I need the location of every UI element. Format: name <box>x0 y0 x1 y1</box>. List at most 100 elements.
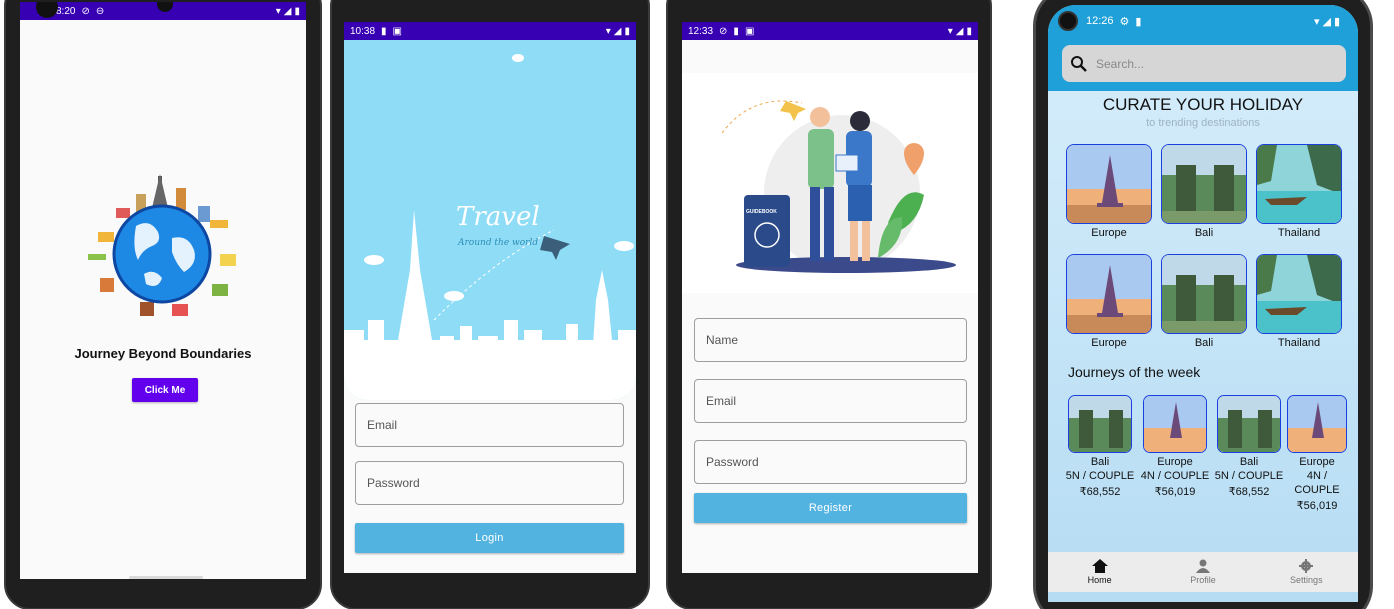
login-button[interactable]: Login <box>355 523 624 553</box>
password-field[interactable]: Password <box>355 461 624 505</box>
bali-gate-image <box>1162 145 1246 223</box>
travel-logo-title: Travel <box>456 202 540 232</box>
gear-icon <box>1299 559 1314 573</box>
bottom-navigation: Home Profile Settings <box>1048 552 1358 592</box>
search-bar[interactable]: Search... <box>1062 45 1346 82</box>
weekly-card-europe[interactable] <box>1143 395 1207 453</box>
destination-label: Europe <box>1091 337 1127 349</box>
phone-4: 12:26 ⚙ ▮ ▾ ◢ ▮ Search... CURATE YOUR HOLI… <box>1033 0 1373 609</box>
eiffel-tower-image <box>1067 255 1151 333</box>
email-field[interactable]: Email <box>355 403 624 447</box>
weekly-duration: 4N / COUPLE <box>1294 470 1340 496</box>
nav-profile[interactable]: Profile <box>1151 552 1254 592</box>
destination-label: Bali <box>1194 337 1214 349</box>
phone-3: 12:33 ⊘ ▮ ▣ ▾ ◢ ▮ GUIDEBOOK Name Email P… <box>666 0 992 609</box>
guidebook-text: GUIDEBOOK <box>746 209 777 215</box>
travel-banner: Travel Around the world <box>344 40 636 400</box>
status-bar: 12:26 ⚙ ▮ ▾ ◢ ▮ <box>1048 5 1358 37</box>
weekly-price: ₹68,552 <box>1228 486 1270 498</box>
status-time: 12:33 <box>688 25 714 37</box>
weekly-price: ₹68,552 <box>1079 486 1121 498</box>
status-time: 8:20 <box>56 5 76 17</box>
sd-card-icon: ▮ <box>733 25 739 37</box>
shield-icon: ⊘ <box>81 5 90 17</box>
screen-home: 12:26 ⚙ ▮ ▾ ◢ ▮ Search... CURATE YOUR HOLI… <box>1048 5 1358 602</box>
phone-1: 8:20 ⊘ ⊖ ▾ ◢ ▮ Journey Beyond Boundaries… <box>4 0 322 609</box>
screen-login: 10:38 ▮ ▣ ▾ ◢ ▮ Travel Around the world … <box>344 22 636 573</box>
status-bar: 12:33 ⊘ ▮ ▣ ▾ ◢ ▮ <box>682 22 978 40</box>
destination-card-bali[interactable] <box>1161 254 1247 334</box>
nav-home[interactable]: Home <box>1048 552 1151 592</box>
name-field[interactable]: Name <box>694 318 967 362</box>
status-time: 10:38 <box>350 25 376 37</box>
wifi-icon: ▾ <box>1313 15 1320 28</box>
signal-icon: ◢ <box>1322 15 1331 28</box>
globe-landmarks-illustration <box>88 174 236 316</box>
notification-icon: ▣ <box>392 25 402 37</box>
battery-icon: ▮ <box>624 25 630 37</box>
home-icon <box>1091 559 1108 573</box>
weekly-heading: Journeys of the week <box>1068 364 1201 380</box>
shield-icon: ⊘ <box>719 25 728 37</box>
nav-settings[interactable]: Settings <box>1255 552 1358 592</box>
weekly-duration: 5N / COUPLE <box>1214 470 1284 482</box>
illustration-card: GUIDEBOOK <box>682 73 978 293</box>
nav-label: Home <box>1087 575 1112 585</box>
password-field[interactable]: Password <box>694 440 967 484</box>
person-icon <box>1195 559 1210 573</box>
destination-card-thailand[interactable] <box>1256 144 1342 224</box>
battery-icon: ▮ <box>966 25 972 37</box>
phone-2: 10:38 ▮ ▣ ▾ ◢ ▮ Travel Around the world … <box>330 0 650 609</box>
weekly-card-europe[interactable] <box>1287 395 1347 453</box>
destination-label: Europe <box>1091 227 1127 239</box>
travelers-illustration <box>721 100 956 273</box>
sd-card-icon: ▮ <box>1135 15 1142 28</box>
thailand-boat-image <box>1257 255 1341 333</box>
click-me-button[interactable]: Click Me <box>132 378 198 402</box>
eiffel-tower-image <box>1144 396 1206 452</box>
wifi-icon: ▾ <box>947 25 953 37</box>
sync-icon: ⊖ <box>95 5 105 17</box>
wifi-icon: ▾ <box>275 5 281 17</box>
page-title: CURATE YOUR HOLIDAY <box>1102 95 1304 114</box>
bali-gate-image <box>1218 396 1280 452</box>
status-time: 12:26 <box>1086 15 1114 27</box>
destination-card-bali[interactable] <box>1161 144 1247 224</box>
weekly-name: Bali <box>1090 456 1110 468</box>
weekly-name: Europe <box>1157 456 1193 468</box>
page-subtitle: to trending destinations <box>1146 117 1260 129</box>
screen-welcome: 8:20 ⊘ ⊖ ▾ ◢ ▮ Journey Beyond Boundaries… <box>20 2 306 579</box>
eiffel-tower-image <box>1067 145 1151 223</box>
register-button[interactable]: Register <box>694 493 967 523</box>
destination-label: Thailand <box>1277 337 1321 349</box>
weekly-duration: 4N / COUPLE <box>1140 470 1210 482</box>
nav-label: Profile <box>1190 575 1216 585</box>
search-input[interactable]: Search... <box>1096 57 1144 71</box>
destination-card-thailand[interactable] <box>1256 254 1342 334</box>
destination-card-europe[interactable] <box>1066 254 1152 334</box>
destination-card-europe[interactable] <box>1066 144 1152 224</box>
screenshot-collage: 8:20 ⊘ ⊖ ▾ ◢ ▮ Journey Beyond Boundaries… <box>0 0 1394 609</box>
weekly-name: Bali <box>1239 456 1259 468</box>
home-indicator <box>129 576 203 579</box>
destination-label: Thailand <box>1277 227 1321 239</box>
bali-gate-image <box>1069 396 1131 452</box>
signal-icon: ◢ <box>613 25 622 37</box>
sd-card-icon: ▮ <box>381 25 387 37</box>
eiffel-tower-image <box>1288 396 1346 452</box>
battery-icon: ▮ <box>294 5 300 17</box>
settings-status-icon: ⚙ <box>1119 15 1130 28</box>
weekly-card-bali[interactable] <box>1217 395 1281 453</box>
nav-label: Settings <box>1290 575 1323 585</box>
battery-icon: ▮ <box>1333 15 1340 28</box>
thailand-boat-image <box>1257 145 1341 223</box>
weekly-card-bali[interactable] <box>1068 395 1132 453</box>
email-field[interactable]: Email <box>694 379 967 423</box>
status-bar: 10:38 ▮ ▣ ▾ ◢ ▮ <box>344 22 636 40</box>
tagline: Journey Beyond Boundaries <box>74 346 252 361</box>
travel-logo-subtitle: Around the world <box>458 238 539 248</box>
weekly-name: Europe <box>1299 456 1335 468</box>
wifi-icon: ▾ <box>605 25 611 37</box>
search-icon <box>1071 55 1087 72</box>
destination-label: Bali <box>1194 227 1214 239</box>
